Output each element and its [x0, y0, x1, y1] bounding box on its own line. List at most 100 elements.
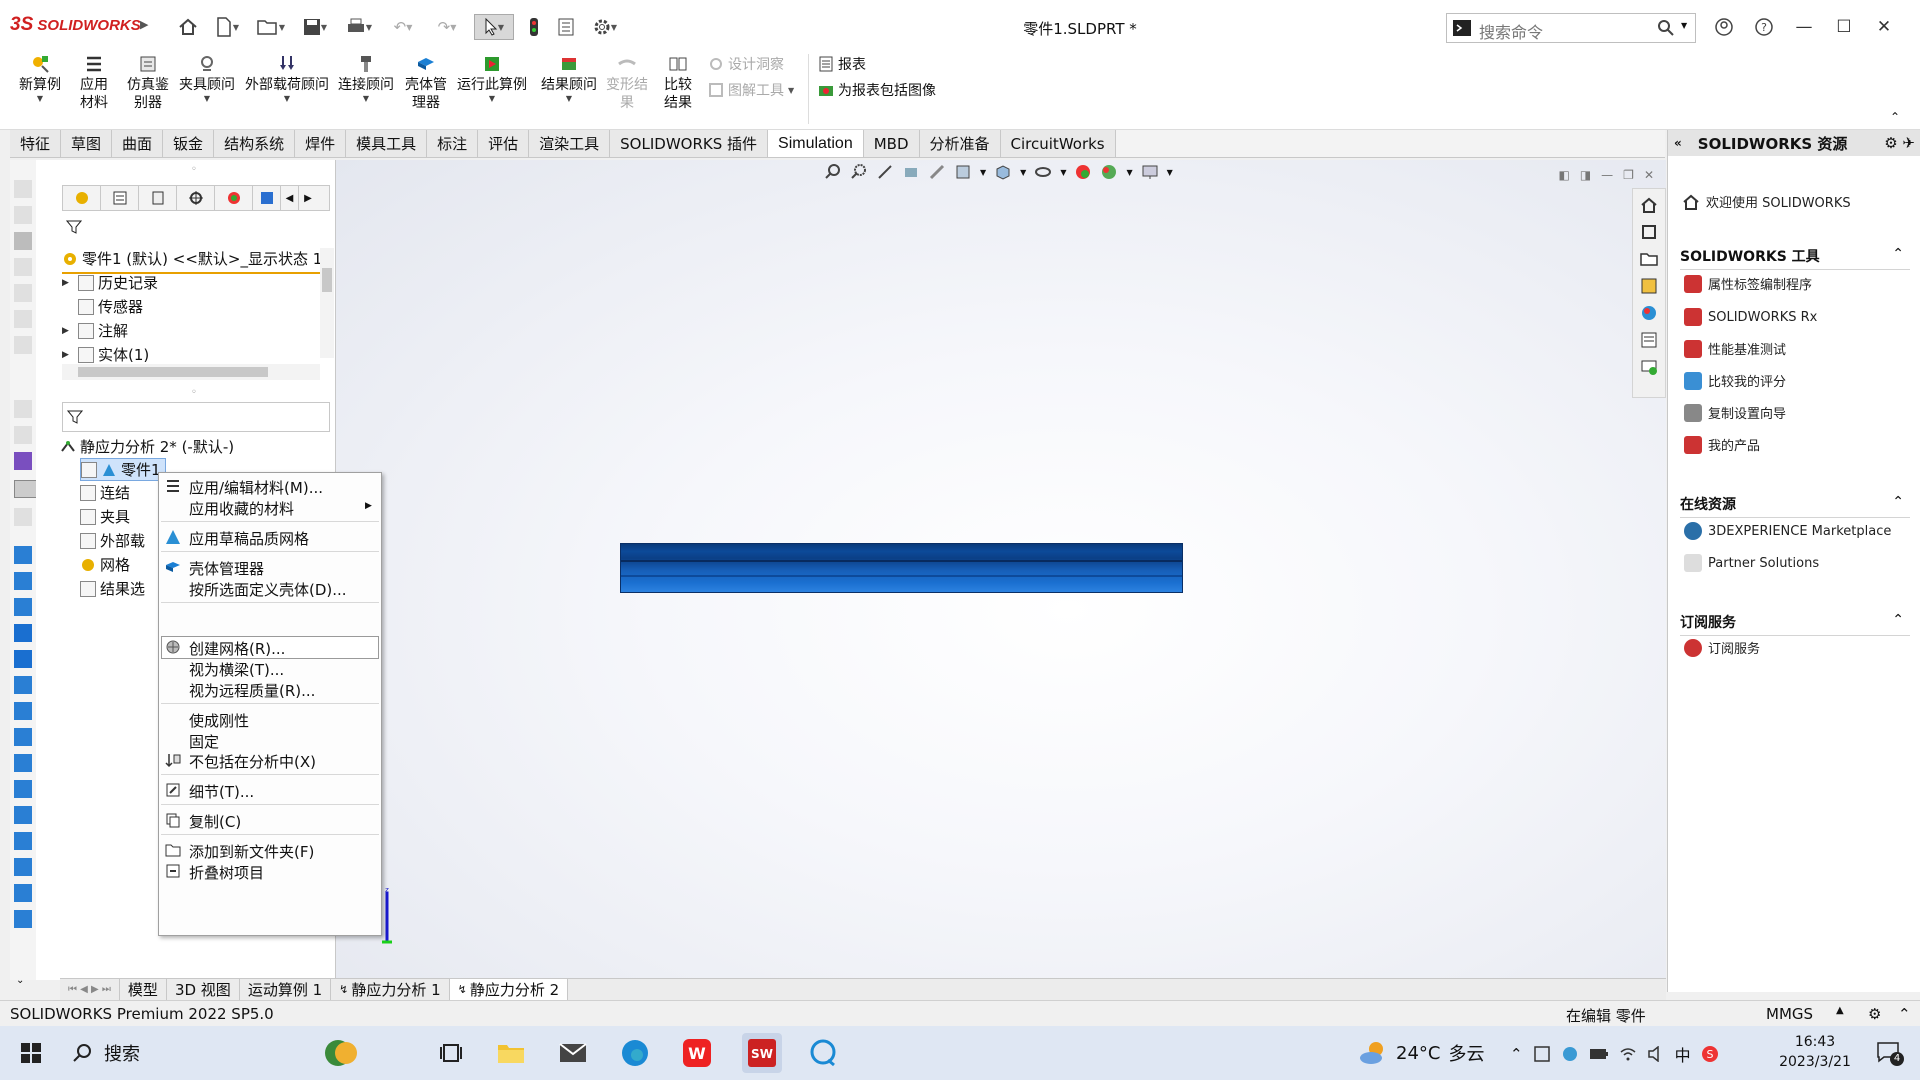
solidworks-taskbar-icon[interactable]: SW	[742, 1033, 782, 1073]
tab-surfaces[interactable]: 曲面	[112, 130, 164, 157]
tree-item-solid-bodies[interactable]: ▶ 实体(1)	[62, 344, 149, 365]
home-icon[interactable]	[1638, 194, 1660, 216]
tile-left-icon[interactable]: ◧	[1558, 168, 1569, 182]
online-resources-section-header[interactable]: 在线资源 ⌃	[1680, 494, 1910, 518]
filter-purple-icon[interactable]	[14, 452, 32, 470]
shell-manager-button[interactable]: 壳体管理器	[402, 54, 450, 112]
configuration-manager-tab-icon[interactable]	[139, 186, 177, 210]
tool-copy-settings-wizard[interactable]: 复制设置向导	[1684, 403, 1786, 422]
expand-arrow-icon[interactable]: ▶	[62, 278, 74, 288]
previous-view-icon[interactable]	[876, 163, 894, 181]
solidworks-logo[interactable]: 3S SOLIDWORKS	[10, 14, 141, 36]
tray-red-s-icon[interactable]: S	[1701, 1045, 1719, 1063]
task-pane-options-icon[interactable]: ⚙ ✈	[1884, 134, 1915, 152]
taskbar-search[interactable]: 搜索	[72, 1040, 140, 1066]
undo-icon[interactable]: ↶ ▼	[386, 14, 420, 40]
tree-study-result-options[interactable]: 结果选	[80, 578, 145, 599]
tools-section-header[interactable]: SOLIDWORKS 工具 ⌃	[1680, 246, 1910, 270]
viewport-close-icon[interactable]: ✕	[1644, 168, 1654, 182]
sketch-tool-icon[interactable]	[14, 910, 32, 928]
collapse-chevron-icon[interactable]: ⌃	[1892, 246, 1904, 262]
tree-item-history[interactable]: ▶ 历史记录	[62, 272, 158, 293]
status-customize-icon[interactable]: ⚙	[1868, 1005, 1881, 1023]
widgets-icon[interactable]	[324, 1036, 358, 1070]
filter-tool-icon[interactable]	[14, 400, 32, 418]
mail-icon[interactable]	[556, 1036, 590, 1070]
tab-sketch[interactable]: 草图	[61, 130, 113, 157]
filter-tool-icon[interactable]	[14, 426, 32, 444]
sketch-tool-icon[interactable]	[14, 858, 32, 876]
hide-show-items-icon[interactable]	[1034, 163, 1052, 181]
fixture-advisor-button[interactable]: 夹具顾问 ▼	[176, 54, 238, 104]
tree-study-part[interactable]: 零件1	[80, 458, 166, 481]
display-style-icon[interactable]	[994, 163, 1012, 181]
menu-fix[interactable]: 固定	[189, 731, 219, 752]
simulation-advisor-button[interactable]: 仿真鉴别器	[124, 54, 172, 112]
tool-property-tab-builder[interactable]: 属性标签编制程序	[1684, 274, 1812, 293]
collapse-chevron-icon[interactable]: ⌃	[1892, 494, 1904, 510]
chat-app-icon[interactable]	[806, 1036, 840, 1070]
tab-analysis-preparation[interactable]: 分析准备	[919, 130, 1001, 157]
status-options-icon[interactable]: ⌃	[1898, 1005, 1911, 1023]
tree-study-fixtures[interactable]: 夹具	[80, 506, 130, 527]
tool-compare-my-score[interactable]: 比较我的评分	[1684, 371, 1786, 390]
user-account-icon[interactable]	[1706, 12, 1742, 42]
file-properties-icon[interactable]	[554, 14, 578, 40]
chevron-down-icon[interactable]: ⌄	[16, 975, 24, 986]
dimxpert-tab-icon[interactable]	[177, 186, 215, 210]
connections-advisor-button[interactable]: 连接顾问 ▼	[336, 54, 396, 104]
new-study-button[interactable]: 新算例 ▼	[16, 54, 64, 104]
property-manager-tab-icon[interactable]	[101, 186, 139, 210]
menu-create-mesh[interactable]: 创建网格(R)...	[189, 638, 285, 659]
chevron-down-icon[interactable]: ▼	[980, 168, 986, 177]
menu-apply-edit-material[interactable]: 应用/编辑材料(M)...	[189, 477, 323, 498]
plot-tools-button[interactable]: 图解工具 ▼	[708, 80, 794, 100]
menu-collapse-tree-items[interactable]: 折叠树项目	[189, 862, 264, 883]
tab-render-tools[interactable]: 渲染工具	[529, 130, 611, 157]
new-document-icon[interactable]: ▼	[210, 14, 244, 40]
sketch-rect-icon[interactable]	[14, 598, 32, 616]
sketch-tool-icon[interactable]	[14, 676, 32, 694]
taskbar-clock[interactable]: 16:43 2023/3/21	[1760, 1032, 1870, 1072]
viewport-minimize-icon[interactable]: —	[1601, 168, 1613, 182]
notification-center-icon[interactable]: 4	[1876, 1040, 1904, 1066]
sketch-tool-icon[interactable]	[14, 832, 32, 850]
tree-item-annotations[interactable]: ▶ 注解	[62, 320, 128, 341]
maximize-button[interactable]: ☐	[1826, 12, 1862, 42]
edit-appearance-icon[interactable]	[1074, 163, 1092, 181]
chevron-right-icon[interactable]: ▶	[140, 18, 148, 31]
viewport-restore-icon[interactable]: ❐	[1623, 168, 1634, 182]
sketch-tool-icon[interactable]	[14, 702, 32, 720]
menu-treat-as-remote-mass[interactable]: 视为远程质量(R)...	[189, 680, 315, 701]
traffic-light-icon[interactable]	[524, 14, 544, 40]
appearances-icon[interactable]	[1638, 302, 1660, 324]
tab-static-study-2[interactable]: ↯ 静应力分析 2	[449, 979, 569, 1000]
menu-copy[interactable]: 复制(C)	[189, 811, 241, 832]
filter-funnel-icon[interactable]	[67, 409, 83, 425]
sketch-line-icon[interactable]	[14, 572, 32, 590]
menu-exclude-from-analysis[interactable]: 不包括在分析中(X)	[189, 751, 316, 772]
weather-widget[interactable]: 24°C 多云	[1358, 1040, 1484, 1066]
wifi-icon[interactable]	[1619, 1046, 1637, 1062]
wps-office-icon[interactable]: W	[680, 1036, 714, 1070]
search-commands-box[interactable]: 搜索命令 ▼	[1446, 13, 1696, 43]
zoom-to-area-icon[interactable]	[850, 163, 868, 181]
link-partner-solutions[interactable]: Partner Solutions	[1684, 554, 1819, 572]
welcome-link[interactable]: 欢迎使用 SOLIDWORKS	[1682, 192, 1851, 211]
status-units[interactable]: MMGS	[1766, 1005, 1813, 1023]
volume-icon[interactable]	[1647, 1046, 1665, 1062]
sketch-tool-icon[interactable]	[14, 884, 32, 902]
sketch-tool-icon[interactable]	[14, 310, 32, 328]
input-method-indicator[interactable]: 中	[1675, 1042, 1691, 1066]
double-chevron-left-icon[interactable]: «	[1674, 136, 1682, 150]
tree-item-sensors[interactable]: 传感器	[62, 296, 143, 317]
tab-nav-arrows[interactable]: ⏮ ◀ ▶ ⏭	[60, 979, 120, 1000]
menu-add-to-new-folder[interactable]: 添加到新文件夹(F)	[189, 841, 314, 862]
menu-treat-as-beam[interactable]: 视为横梁(T)...	[189, 659, 284, 680]
sketch-tool-icon[interactable]	[14, 728, 32, 746]
tool-solidworks-rx[interactable]: SOLIDWORKS Rx	[1684, 308, 1817, 326]
run-study-button[interactable]: 运行此算例 ▼	[456, 54, 528, 104]
sketch-tool-icon[interactable]	[14, 180, 32, 198]
splitter-handle[interactable]: ◦	[191, 387, 197, 398]
sketch-tool-icon[interactable]	[14, 284, 32, 302]
